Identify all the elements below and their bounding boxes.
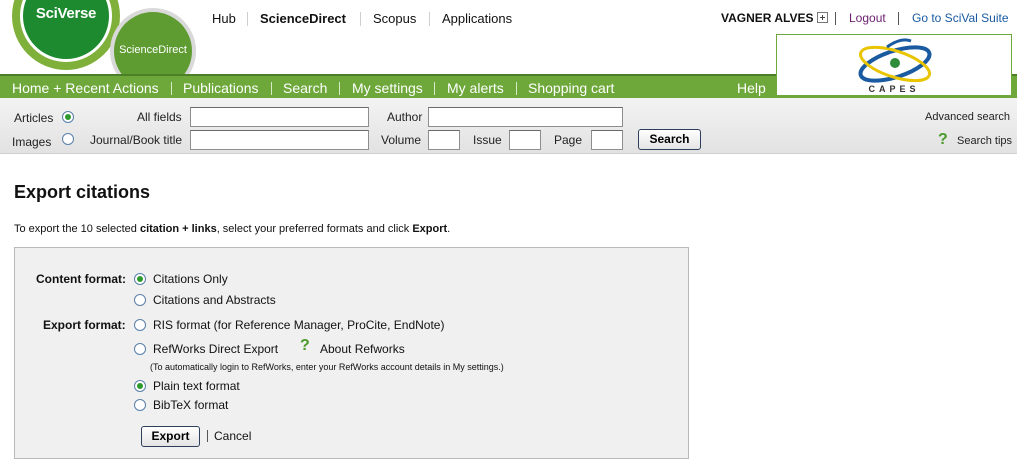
citations-abstracts-radio[interactable]	[134, 294, 146, 306]
type-articles-label: Articles	[14, 111, 54, 125]
menu-my-settings[interactable]: My settings	[352, 80, 423, 96]
ris-format-radio[interactable]	[134, 319, 146, 331]
intro-end: .	[447, 223, 451, 235]
type-images-radio[interactable]	[62, 133, 74, 145]
export-intro: To export the 10 selected citation + lin…	[14, 223, 450, 235]
journal-label: Journal/Book title	[90, 133, 183, 147]
sciencedirect-logo-text: ScienceDirect	[119, 44, 187, 56]
export-format-label: Export format:	[43, 318, 126, 332]
topnav-applications[interactable]: Applications	[442, 11, 512, 26]
plain-text-radio[interactable]	[134, 380, 146, 392]
question-mark-icon: ?	[938, 131, 948, 148]
page-label: Page	[554, 133, 583, 147]
menu-separator	[339, 82, 340, 95]
refworks-note: (To automatically login to RefWorks, ent…	[150, 362, 504, 372]
intro-prefix: To export the 10 selected	[14, 223, 140, 235]
citations-only-radio[interactable]	[134, 273, 146, 285]
citations-only-label: Citations Only	[153, 272, 228, 286]
button-separator	[207, 430, 208, 442]
refworks-radio[interactable]	[134, 343, 146, 355]
type-images-label: Images	[12, 135, 52, 149]
topnav-sciencedirect[interactable]: ScienceDirect	[260, 11, 346, 26]
all-fields-label: All fields	[137, 110, 182, 124]
menu-my-alerts[interactable]: My alerts	[447, 80, 504, 96]
bibtex-radio[interactable]	[134, 399, 146, 411]
menu-separator	[434, 82, 435, 95]
sciverse-logo-text: SciVerse	[35, 5, 97, 22]
menu-separator	[516, 82, 517, 95]
intro-export-word: Export	[412, 223, 448, 235]
volume-input[interactable]	[428, 130, 460, 150]
author-input[interactable]	[428, 107, 623, 127]
menu-home-recent-actions[interactable]: Home + Recent Actions	[12, 80, 159, 96]
intro-middle: , select your preferred formats and clic…	[216, 223, 413, 235]
menu-help[interactable]: Help	[737, 80, 766, 96]
search-button[interactable]: Search	[638, 129, 701, 150]
citations-abstracts-label: Citations and Abstracts	[153, 293, 276, 307]
userbar-separator	[898, 12, 899, 25]
user-name: VAGNER ALVES	[721, 11, 814, 25]
page-input[interactable]	[591, 130, 623, 150]
all-fields-input[interactable]	[190, 107, 369, 127]
menu-search[interactable]: Search	[283, 80, 327, 96]
menu-shopping-cart[interactable]: Shopping cart	[528, 80, 614, 96]
issue-label: Issue	[473, 133, 502, 147]
advanced-search-link[interactable]: Advanced search	[925, 111, 1010, 123]
content-format-label: Content format:	[36, 272, 126, 286]
cancel-link[interactable]: Cancel	[214, 429, 251, 443]
sciverse-logo[interactable]: SciVerse	[12, 0, 120, 70]
plain-text-label: Plain text format	[153, 379, 240, 393]
type-articles-radio[interactable]	[62, 111, 74, 123]
author-label: Author	[387, 110, 423, 124]
menu-separator	[171, 82, 172, 95]
page-title: Export citations	[14, 182, 151, 202]
journal-input[interactable]	[190, 130, 369, 150]
plus-box-icon[interactable]	[817, 12, 828, 23]
ris-format-label: RIS format (for Reference Manager, ProCi…	[153, 318, 445, 332]
userbar-separator	[835, 12, 836, 25]
refworks-label: RefWorks Direct Export	[153, 342, 279, 356]
search-tips-link[interactable]: Search tips	[957, 135, 1012, 147]
topnav-hub[interactable]: Hub	[212, 11, 236, 26]
menu-publications[interactable]: Publications	[183, 80, 259, 96]
about-refworks-link[interactable]: About Refworks	[320, 342, 405, 356]
volume-label: Volume	[381, 133, 422, 147]
intro-bold: citation + links	[139, 223, 217, 235]
bibtex-label: BibTeX format	[153, 398, 229, 412]
scival-suite-link[interactable]: Go to SciVal Suite	[912, 11, 1009, 25]
topnav-scopus[interactable]: Scopus	[373, 11, 416, 26]
menu-separator	[271, 82, 272, 95]
help-question-icon: ?	[300, 337, 310, 354]
capes-logo[interactable]: CAPES	[776, 34, 1012, 96]
capes-logo-text: CAPES	[868, 84, 920, 94]
export-button[interactable]: Export	[141, 426, 200, 447]
logout-link[interactable]: Logout	[849, 11, 886, 25]
issue-input[interactable]	[509, 130, 541, 150]
